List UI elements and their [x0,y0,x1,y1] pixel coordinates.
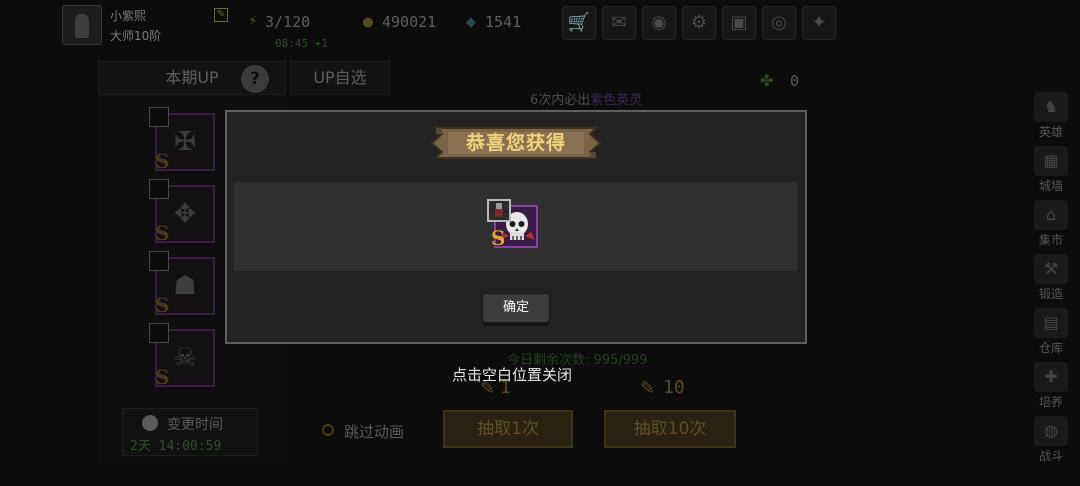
sidenav-train-label: 培养 [1038,395,1063,409]
sidenav-market[interactable]: ⌂ 集市 [1028,200,1074,250]
draw-ten-cost: 10 [663,377,685,398]
tab-up-choice-label: UP自选 [313,68,367,87]
guarantee-prefix: 6次内必出 [530,93,591,108]
leaf-token-count: 0 [790,72,800,90]
hero-figure-icon [495,203,503,217]
gift-icon[interactable]: ▣ [722,6,756,40]
reward-hero-portrait-badge [487,199,511,222]
hero-3-checkbox[interactable] [149,251,169,271]
sidenav-battle-label: 战斗 [1038,449,1063,463]
clock-icon [142,415,158,431]
player-name: 小紫熙 [110,9,147,23]
sidenav-battle[interactable]: ◍ 战斗 [1028,416,1074,466]
confirm-button[interactable]: 确定 [482,293,550,323]
event-icon[interactable]: ✦ [802,6,836,40]
stamina-timer: 08:45 +1 [275,37,328,50]
sidenav-wall-label: 城墙 [1038,179,1063,193]
market-icon: ⌂ [1034,200,1068,230]
edit-name-icon[interactable]: ✎ [214,8,228,22]
sidenav-heroes[interactable]: ♞ 英雄 [1028,92,1074,142]
guarantee-text: 6次内必出紫色英灵 [530,89,642,108]
draw-once-label: 抽取1次 [477,419,539,439]
change-time-value: 2天 14:00:59 [130,439,222,454]
sidenav-warehouse[interactable]: ▤ 仓库 [1028,308,1074,358]
hero-4-checkbox[interactable] [149,323,169,343]
shop-cart-icon[interactable]: 🛒 [562,6,596,40]
hero-3-grade: S [155,293,170,317]
skip-animation-label[interactable]: 跳过动画 [344,421,404,442]
tab-up-choice[interactable]: UP自选 [290,61,390,95]
gold-value: 490021 [382,13,437,31]
warehouse-icon: ▤ [1034,308,1068,338]
forge-icon: ⚒ [1034,254,1068,284]
wheel-icon[interactable]: ◎ [762,6,796,40]
hero-1-grade: S [155,149,170,173]
hero-2-checkbox[interactable] [149,179,169,199]
sidenav-heroes-label: 英雄 [1038,125,1063,139]
hero-1-checkbox[interactable] [149,107,169,127]
close-hint: 点击空白位置关闭 [452,366,573,384]
reward-grade: S [491,226,506,250]
gold-coin-icon: ● [362,15,374,30]
tab-current-up-label: 本期UP [165,68,219,87]
skip-animation-toggle[interactable] [322,424,334,436]
sidenav-wall[interactable]: ▦ 城墙 [1028,146,1074,196]
hero-2-grade: S [155,221,170,245]
gamepad-icon[interactable]: ◉ [642,6,676,40]
player-avatar[interactable] [62,5,102,45]
settings-gear-icon[interactable]: ⚙ [682,6,716,40]
sidenav-forge-label: 锻造 [1038,287,1063,301]
stamina-value: 3/120 [265,13,311,31]
stamina-lightning-icon: ⚡ [248,14,258,29]
heroes-icon: ♞ [1034,92,1068,122]
dialog-title: 恭喜您获得 [465,132,566,154]
draw-once-button[interactable]: 抽取1次 [443,410,573,448]
confirm-label: 确定 [502,300,529,315]
sidenav-forge[interactable]: ⚒ 锻造 [1028,254,1074,304]
gem-icon: ◆ [466,15,476,30]
draw-ten-label: 抽取10次 [633,419,707,439]
sidenav-market-label: 集市 [1038,233,1063,247]
mail-icon[interactable]: ✉ [602,6,636,40]
battle-portal-icon: ◍ [1034,416,1068,446]
hero-4-grade: S [155,365,170,389]
help-question-icon[interactable]: ? [241,65,269,93]
sidenav-warehouse-label: 仓库 [1038,341,1063,355]
leaf-token-icon: ✤ [760,71,774,90]
player-rank: 大师10阶 [110,29,162,43]
gem-value: 1541 [485,13,522,31]
change-time-label: 变更时间 [167,417,223,433]
draw-ten-button[interactable]: 抽取10次 [604,410,736,448]
sidenav-train[interactable]: ✚ 培养 [1028,362,1074,412]
train-icon: ✚ [1034,362,1068,392]
wall-icon: ▦ [1034,146,1068,176]
guarantee-highlight: 紫色英灵 [590,93,643,108]
draw-ten-cost-icon: ✎ [640,378,656,399]
